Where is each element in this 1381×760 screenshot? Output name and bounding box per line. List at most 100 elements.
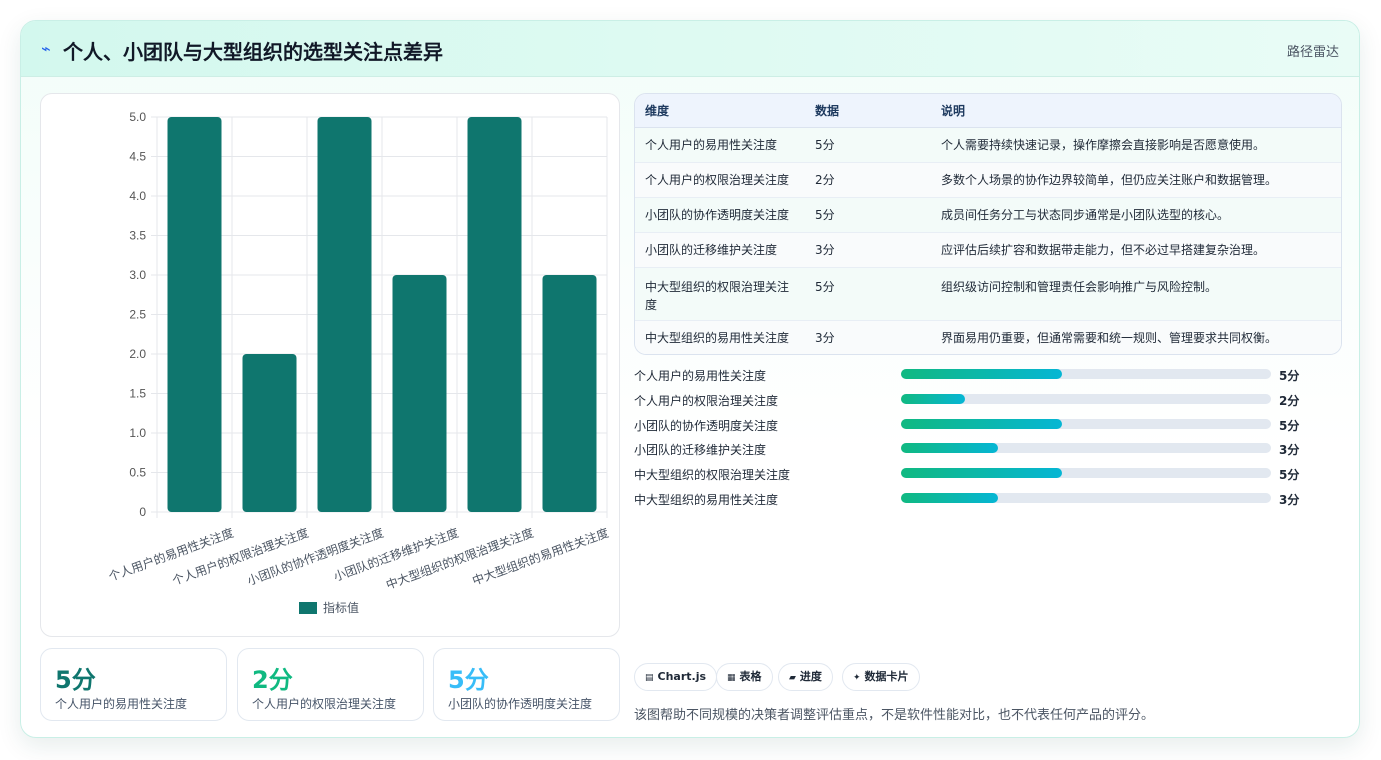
progress-fill xyxy=(901,468,1062,479)
progress-row: 中大型组织的权限治理关注度 5分 xyxy=(634,464,1334,489)
cell-description: 界面易用仍重要，但通常需要和统一规则、管理要求共同权衡。 xyxy=(931,320,1341,354)
table-row: 个人用户的易用性关注度 5分 个人需要持续快速记录，操作摩擦会直接影响是否愿意使… xyxy=(635,127,1341,163)
progress-label: 个人用户的权限治理关注度 xyxy=(634,393,779,408)
chip-label: 表格 xyxy=(739,670,762,683)
progress-row: 小团队的协作透明度关注度 5分 xyxy=(634,415,1334,440)
bar-chart: 00.51.01.52.02.53.03.54.04.55.0个人用户的易用性关… xyxy=(106,110,610,615)
column-header-dimension: 维度 xyxy=(635,94,805,128)
cell-dimension: 个人用户的易用性关注度 xyxy=(635,127,805,163)
table-icon: ▦ xyxy=(727,673,736,683)
chip-sparkle[interactable]: ✦ 数据卡片 xyxy=(842,663,920,691)
progress-track xyxy=(901,492,1271,503)
stat-label: 小团队的协作透明度关注度 xyxy=(448,697,593,711)
column-header-data: 数据 xyxy=(805,94,931,128)
y-tick-label: 0.5 xyxy=(129,466,146,480)
cell-value: 5分 xyxy=(805,127,931,163)
y-tick-label: 3.0 xyxy=(129,268,146,282)
chip-table[interactable]: ▦ 表格 xyxy=(716,663,773,691)
x-tick-label: 个人用户的权限治理关注度 xyxy=(170,525,310,588)
progress-list: 个人用户的易用性关注度 5分 个人用户的权限治理关注度 2分 小团队的协作透明度关注度 5… xyxy=(634,365,1334,514)
bar xyxy=(392,275,447,512)
lightning-icon: ⌁ xyxy=(41,39,51,58)
chip-label: Chart.js xyxy=(657,670,707,683)
table-row: 小团队的协作透明度关注度 5分 成员间任务分工与状态同步通常是小团队选型的核心。 xyxy=(635,197,1341,233)
stat-card-0: 5分 个人用户的易用性关注度 xyxy=(40,648,227,721)
chip-chart[interactable]: ▤ Chart.js xyxy=(634,663,718,691)
y-tick-label: 4.0 xyxy=(129,189,146,203)
table-row: 个人用户的权限治理关注度 2分 多数个人场景的协作边界较简单，但仍应关注账户和数… xyxy=(635,162,1341,198)
y-tick-label: 5.0 xyxy=(129,110,146,124)
stat-value: 5分 xyxy=(55,666,96,694)
x-tick-label: 中大型组织的易用性关注度 xyxy=(470,525,610,588)
chip-progress[interactable]: ▰ 进度 xyxy=(778,663,833,691)
main-card: ⌁ 个人、小团队与大型组织的选型关注点差异 路径雷达 0 0.5 1.0 1.5 2.0… xyxy=(20,20,1360,738)
chart-icon: ▤ xyxy=(645,673,654,683)
progress-track xyxy=(901,393,1271,404)
progress-track xyxy=(901,418,1271,429)
bar xyxy=(242,354,297,512)
y-tick-label: 2.0 xyxy=(129,347,146,361)
progress-label: 中大型组织的权限治理关注度 xyxy=(634,468,791,483)
cell-dimension: 中大型组织的易用性关注度 xyxy=(635,320,805,354)
progress-label: 个人用户的易用性关注度 xyxy=(634,369,767,383)
y-tick-label: 1.0 xyxy=(129,426,146,440)
data-table-panel: 维度 数据 说明 个人用户的易用性关注度 5分 个人需要持续快速记录，操作摩擦会… xyxy=(634,93,1342,355)
progress-value: 3分 xyxy=(1279,443,1300,458)
progress-track xyxy=(901,443,1271,454)
stat-card-1: 2分 个人用户的权限治理关注度 xyxy=(237,648,424,721)
cell-value: 3分 xyxy=(805,320,931,354)
bar xyxy=(317,117,372,512)
stat-card-2: 5分 小团队的协作透明度关注度 xyxy=(433,648,620,721)
y-tick-label: 0 xyxy=(139,505,146,519)
progress-fill xyxy=(901,369,1062,379)
table-header-row: 维度 数据 说明 xyxy=(635,94,1341,128)
sparkle-icon: ✦ xyxy=(853,673,861,683)
progress-row: 个人用户的权限治理关注度 2分 xyxy=(634,390,1334,415)
progress-icon: ▰ xyxy=(789,673,796,683)
progress-fill xyxy=(901,418,1062,429)
stat-value: 5分 xyxy=(448,666,489,694)
bar xyxy=(167,117,222,512)
progress-fill xyxy=(901,393,966,404)
chip-label: 进度 xyxy=(799,670,822,683)
cell-value: 3分 xyxy=(805,232,931,268)
y-tick-label: 2.5 xyxy=(129,308,146,322)
cell-dimension: 个人用户的权限治理关注度 xyxy=(635,162,805,198)
y-tick-label: 4.5 xyxy=(129,150,146,164)
progress-fill xyxy=(901,492,998,503)
chip-label: 数据卡片 xyxy=(864,670,909,683)
cell-description: 个人需要持续快速记录，操作摩擦会直接影响是否愿意使用。 xyxy=(931,127,1341,163)
y-tick-label: 3.5 xyxy=(129,229,146,243)
progress-label: 中大型组织的易用性关注度 xyxy=(634,492,779,507)
progress-value: 2分 xyxy=(1279,393,1300,408)
progress-value: 3分 xyxy=(1279,492,1300,507)
header: ⌁ 个人、小团队与大型组织的选型关注点差异 路径雷达 xyxy=(21,21,1359,77)
footnote: 该图帮助不同规模的决策者调整评估重点，不是软件性能对比，也不代表任何产品的评分。 xyxy=(634,708,1155,723)
legend-label: 指标值 xyxy=(323,600,359,615)
stat-value: 2分 xyxy=(252,666,293,694)
progress-label: 小团队的迁移维护关注度 xyxy=(634,443,767,458)
legend-swatch xyxy=(299,602,317,614)
progress-row: 中大型组织的易用性关注度 3分 xyxy=(634,489,1334,514)
progress-value: 5分 xyxy=(1279,418,1300,433)
stat-label: 个人用户的权限治理关注度 xyxy=(252,697,397,711)
cell-value: 5分 xyxy=(805,197,931,233)
data-table: 维度 数据 说明 个人用户的易用性关注度 5分 个人需要持续快速记录，操作摩擦会… xyxy=(635,94,1341,354)
column-header-description: 说明 xyxy=(931,94,1341,128)
progress-track xyxy=(901,468,1271,479)
progress-fill xyxy=(901,443,998,454)
bar-chart-panel: 0 0.5 1.0 1.5 2.0 2.5 3.0 3.5 4.0 4.5 5.0 个人用户的易用性关… xyxy=(40,93,620,637)
page-title: 个人、小团队与大型组织的选型关注点差异 xyxy=(63,40,443,64)
progress-row: 个人用户的易用性关注度 5分 xyxy=(634,365,1334,390)
progress-label: 小团队的协作透明度关注度 xyxy=(634,418,779,433)
header-right-label[interactable]: 路径雷达 xyxy=(1287,41,1339,60)
cell-dimension: 小团队的迁移维护关注度 xyxy=(635,232,805,268)
cell-value: 2分 xyxy=(805,162,931,198)
bar xyxy=(542,275,597,512)
table-row: 小团队的迁移维护关注度 3分 应评估后续扩容和数据带走能力，但不必过早搭建复杂治… xyxy=(635,232,1341,268)
progress-track xyxy=(901,369,1271,379)
y-tick-label: 1.5 xyxy=(129,387,146,401)
cell-description: 组织级访问控制和管理责任会影响推广与风险控制。 xyxy=(931,267,1341,321)
cell-dimension: 小团队的协作透明度关注度 xyxy=(635,197,805,233)
stat-label: 个人用户的易用性关注度 xyxy=(55,697,188,711)
